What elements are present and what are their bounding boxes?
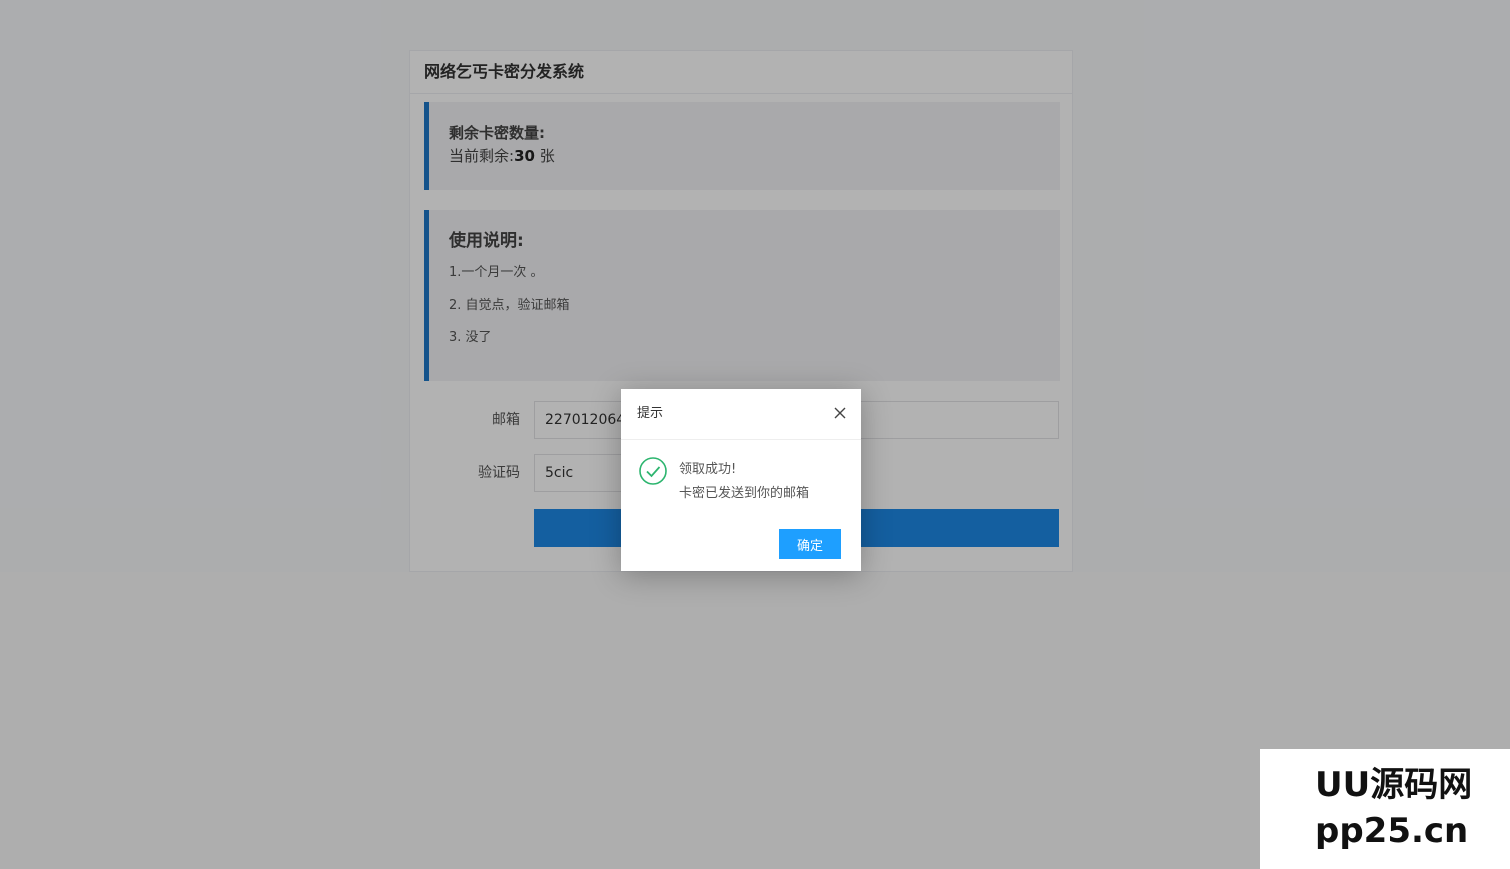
- confirm-button[interactable]: 确定: [779, 529, 841, 559]
- check-circle-icon: [638, 456, 668, 486]
- dialog-message-body: 卡密已发送到你的邮箱: [679, 486, 810, 501]
- alert-dialog: 提示 领取成功! 卡密已发送到你的邮箱 确定: [621, 389, 861, 571]
- close-icon[interactable]: [833, 406, 847, 420]
- watermark-line1: UU源码网: [1315, 765, 1473, 805]
- dialog-header: 提示: [621, 389, 861, 440]
- watermark: UU源码网 pp25.cn: [1260, 749, 1510, 869]
- dialog-message-title: 领取成功!: [679, 462, 737, 477]
- dialog-body: 领取成功! 卡密已发送到你的邮箱: [621, 440, 861, 530]
- dialog-footer: 确定: [621, 529, 861, 571]
- dialog-title: 提示: [637, 406, 664, 421]
- watermark-line2: pp25.cn: [1315, 811, 1469, 851]
